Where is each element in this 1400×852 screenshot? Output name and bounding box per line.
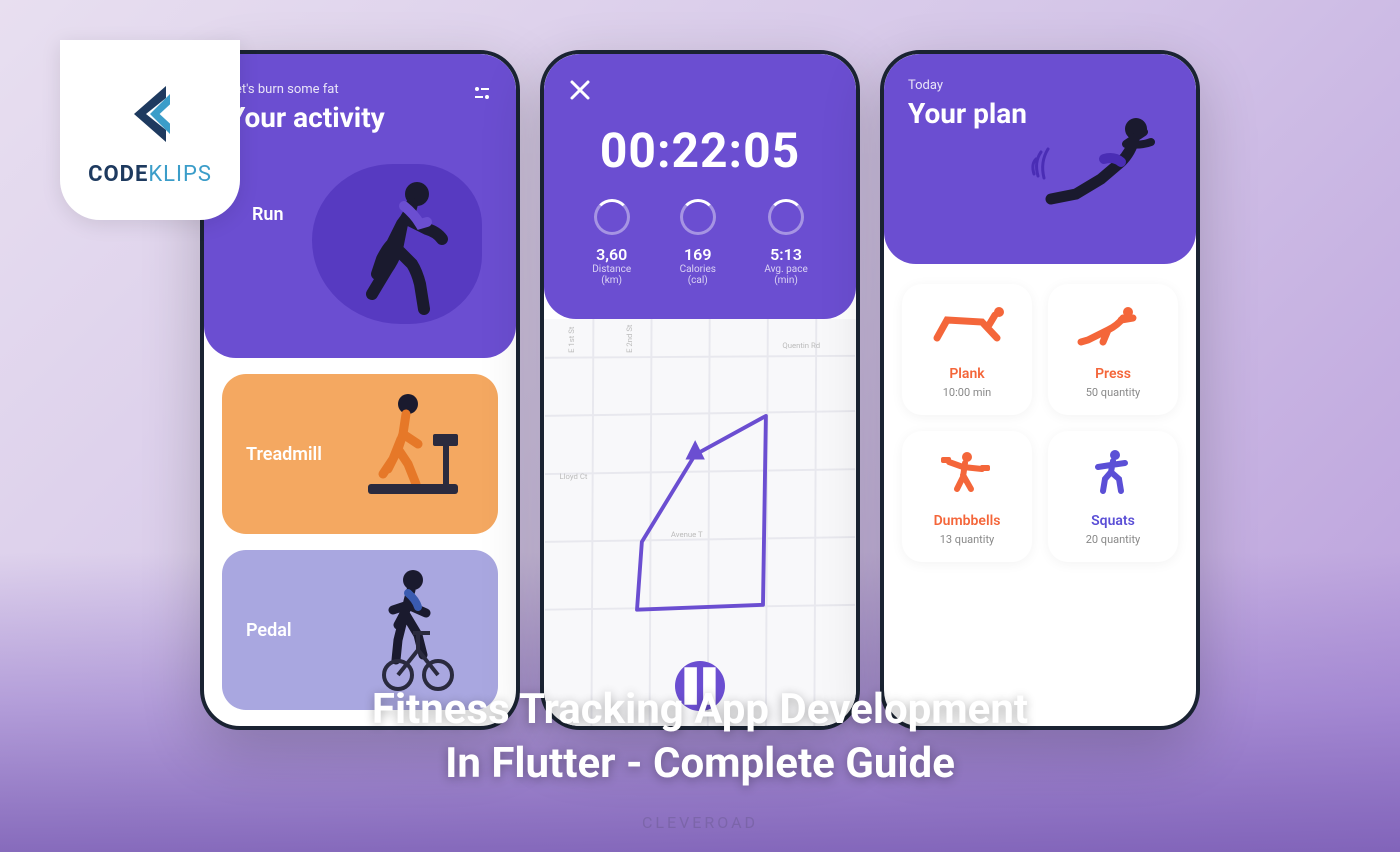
progress-ring-icon — [680, 199, 716, 235]
svg-text:Quentin Rd: Quentin Rd — [782, 341, 820, 350]
map-view[interactable]: E 1st St E 2nd St Quentin Rd Avenue T Ll… — [544, 319, 856, 726]
activity-card-label: Pedal — [246, 620, 292, 641]
progress-ring-icon — [768, 199, 804, 235]
exercise-detail: 10:00 min — [912, 386, 1022, 399]
watermark-text: CLEVEROAD — [642, 813, 758, 832]
activity-subtitle: Let's burn some fat — [228, 82, 492, 97]
stat-calories: 169 Calories (cal) — [680, 199, 716, 286]
exercise-card-dumbbells[interactable]: Dumbbells 13 quantity — [902, 431, 1032, 562]
close-icon[interactable] — [568, 78, 592, 102]
featured-activity-label: Run — [252, 204, 284, 225]
stat-distance: 3,60 Distance (km) — [592, 199, 631, 286]
squats-icon — [1073, 447, 1153, 497]
activity-card-treadmill[interactable]: Treadmill — [222, 374, 498, 534]
stat-pace: 5:13 Avg. pace (min) — [764, 199, 807, 286]
phone-plan-screen: Today Your plan Plank 10:00 min — [880, 50, 1200, 730]
plan-subtitle: Today — [908, 78, 1172, 93]
phone-activity-screen: Let's burn some fat Your activity Run Tr… — [200, 50, 520, 730]
codeklips-logo-icon — [110, 74, 190, 154]
svg-text:E 1st St: E 1st St — [567, 326, 576, 353]
cycling-icon — [348, 565, 478, 695]
logo-badge: CODEKLIPS — [60, 40, 240, 220]
exercise-name: Plank — [912, 366, 1022, 382]
running-person-icon — [332, 174, 472, 324]
timer-display: 00:22:05 — [568, 122, 832, 179]
plank-icon — [927, 300, 1007, 350]
phone-mockups-row: Let's burn some fat Your activity Run Tr… — [200, 50, 1200, 730]
svg-text:Avenue T: Avenue T — [671, 530, 703, 539]
exercise-name: Squats — [1058, 513, 1168, 529]
plan-header: Today Your plan — [884, 54, 1196, 264]
exercise-detail: 20 quantity — [1058, 533, 1168, 546]
exercise-detail: 13 quantity — [912, 533, 1022, 546]
exercise-name: Dumbbells — [912, 513, 1022, 529]
exercise-card-plank[interactable]: Plank 10:00 min — [902, 284, 1032, 415]
svg-text:Lloyd Ct: Lloyd Ct — [559, 472, 587, 481]
exercise-name: Press — [1058, 366, 1168, 382]
hero-title: Fitness Tracking App Development In Flut… — [0, 683, 1400, 792]
progress-ring-icon — [594, 199, 630, 235]
dumbbells-icon — [927, 447, 1007, 497]
press-icon — [1073, 300, 1153, 350]
featured-activity[interactable]: Run — [228, 134, 492, 334]
svg-text:E 2nd St: E 2nd St — [625, 324, 634, 353]
exercise-card-squats[interactable]: Squats 20 quantity — [1048, 431, 1178, 562]
exercise-card-press[interactable]: Press 50 quantity — [1048, 284, 1178, 415]
activity-card-label: Treadmill — [246, 444, 322, 465]
logo-text: CODEKLIPS — [88, 162, 212, 187]
tracking-header: 00:22:05 3,60 Distance (km) 169 Calories… — [544, 54, 856, 319]
phone-tracking-screen: 00:22:05 3,60 Distance (km) 169 Calories… — [540, 50, 860, 730]
activity-header: Let's burn some fat Your activity Run — [204, 54, 516, 358]
exercise-grid: Plank 10:00 min Press 50 quantity Dumb — [884, 264, 1196, 582]
exercise-detail: 50 quantity — [1058, 386, 1168, 399]
settings-icon[interactable] — [472, 84, 492, 104]
situp-person-icon — [1026, 104, 1176, 244]
stats-row: 3,60 Distance (km) 169 Calories (cal) 5:… — [568, 199, 832, 286]
treadmill-icon — [348, 389, 478, 519]
activity-title: Your activity — [228, 101, 492, 134]
